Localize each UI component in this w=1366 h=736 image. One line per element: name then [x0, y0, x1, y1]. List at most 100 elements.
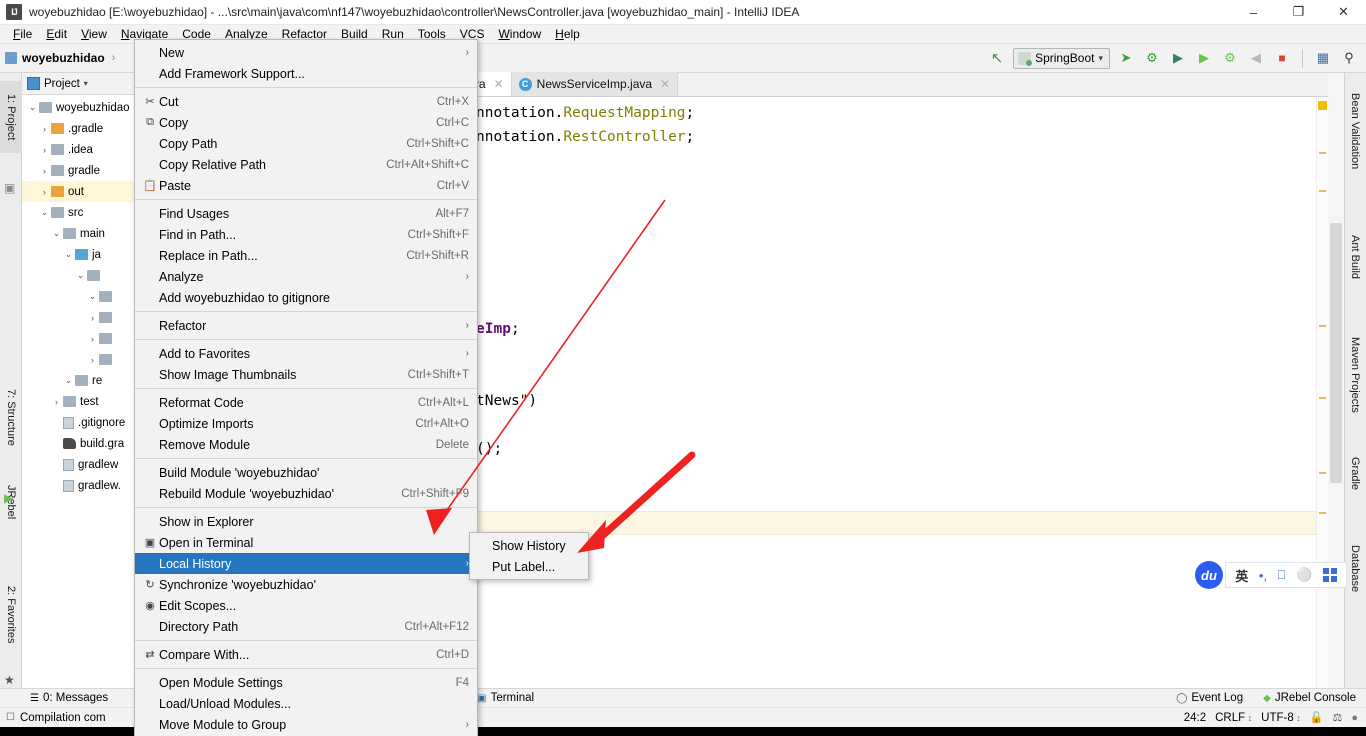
context-menu-item-copy-relative-path[interactable]: Copy Relative Path Ctrl+Alt+Shift+C — [135, 154, 477, 175]
tool-window-icon[interactable]: ▣ — [4, 181, 15, 195]
context-menu-item-reformat-code[interactable]: Reformat Code Ctrl+Alt+L — [135, 392, 477, 413]
tool-window-ant-build[interactable]: Ant Build — [1344, 221, 1366, 293]
tool-window-jrebel-console[interactable]: ◆ JRebel Console — [1253, 689, 1366, 708]
chevron-down-icon[interactable]: ⌄ — [62, 375, 75, 386]
chevron-right-icon[interactable]: › — [50, 397, 63, 407]
tool-window-structure[interactable]: 7: Structure — [0, 373, 22, 461]
context-menu-item-build-module-woyebuzhidao[interactable]: Build Module 'woyebuzhidao' — [135, 462, 477, 483]
back-arrow-icon[interactable]: ↖ — [987, 48, 1007, 68]
context-menu-item-synchronize-woyebuzhidao[interactable]: ↻ Synchronize 'woyebuzhidao' — [135, 574, 477, 595]
tool-window-database[interactable]: Database — [1344, 533, 1366, 605]
context-menu-item-remove-module[interactable]: Remove Module Delete — [135, 434, 477, 455]
chevron-down-icon[interactable]: ⌄ — [38, 207, 51, 218]
tool-window-messages[interactable]: ☰ 0: Messages — [0, 689, 118, 708]
submenu-item-show-history[interactable]: Show History — [470, 535, 588, 556]
tool-window-event-log[interactable]: ◯ Event Log — [1166, 689, 1253, 708]
context-menu-item-compare-with[interactable]: ⇄ Compare With... Ctrl+D — [135, 644, 477, 665]
memory-indicator-icon[interactable]: ● — [1351, 712, 1358, 724]
context-menu-item-open-module-settings[interactable]: Open Module Settings F4 — [135, 672, 477, 693]
tree-node[interactable]: gradlew. — [22, 475, 134, 496]
context-menu-item-rebuild-module-woyebuzhidao[interactable]: Rebuild Module 'woyebuzhidao' Ctrl+Shift+… — [135, 483, 477, 504]
ime-keyboard-icon[interactable]: ⎕ — [1278, 567, 1286, 583]
context-menu-item-find-in-path[interactable]: Find in Path... Ctrl+Shift+F — [135, 224, 477, 245]
baidu-ime-logo-icon[interactable]: du — [1195, 561, 1223, 589]
tool-window-icon[interactable]: ▶ — [4, 491, 13, 505]
editor-marker-bar[interactable] — [1316, 97, 1328, 688]
tree-node[interactable]: › gradle — [22, 160, 134, 181]
scrollbar-thumb[interactable] — [1330, 223, 1342, 483]
chevron-right-icon[interactable]: › — [86, 334, 99, 344]
tree-node[interactable]: › .idea — [22, 139, 134, 160]
tool-window-maven-projects[interactable]: Maven Projects — [1344, 323, 1366, 427]
read-only-lock-icon[interactable]: 🔓 — [1310, 711, 1324, 724]
tree-node[interactable]: ⌄ re — [22, 370, 134, 391]
context-menu-item-open-in-terminal[interactable]: ▣ Open in Terminal — [135, 532, 477, 553]
tree-node[interactable]: › — [22, 328, 134, 349]
context-menu-item-load-unload-modules[interactable]: Load/Unload Modules... — [135, 693, 477, 714]
debug-icon[interactable]: ⚙ — [1142, 48, 1162, 68]
chevron-down-icon[interactable]: ⌄ — [74, 270, 87, 281]
tool-window-gradle[interactable]: Gradle — [1344, 445, 1366, 503]
menu-item-view[interactable]: View — [74, 26, 114, 42]
run-configuration-selector[interactable]: SpringBoot ▾ — [1013, 47, 1110, 69]
submenu-item-put-label[interactable]: Put Label... — [470, 556, 588, 577]
menu-item-file[interactable]: File — [6, 26, 39, 42]
minimize-button[interactable]: – — [1231, 0, 1276, 25]
jrebel-run-icon[interactable]: ▶ — [1194, 48, 1214, 68]
context-menu-item-copy[interactable]: ⧉ Copy Ctrl+C — [135, 112, 477, 133]
context-menu-item-cut[interactable]: ✂ Cut Ctrl+X — [135, 91, 477, 112]
ime-user-icon[interactable]: ⚪ — [1296, 567, 1312, 583]
chevron-right-icon[interactable]: › — [86, 355, 99, 365]
menu-item-edit[interactable]: Edit — [39, 26, 74, 42]
context-menu-item-copy-path[interactable]: Copy Path Ctrl+Shift+C — [135, 133, 477, 154]
context-menu-item-new[interactable]: New › — [135, 42, 477, 63]
context-menu-item-show-image-thumbnails[interactable]: Show Image Thumbnails Ctrl+Shift+T — [135, 364, 477, 385]
tree-node[interactable]: ⌄ main — [22, 223, 134, 244]
run-with-coverage-icon[interactable]: ▶ — [1168, 48, 1188, 68]
jrebel-disabled-icon[interactable]: ◀ — [1246, 48, 1266, 68]
ime-punctuation-mode-icon[interactable]: •, — [1259, 568, 1267, 583]
search-everywhere-icon[interactable]: ⚲ — [1339, 48, 1359, 68]
tree-node[interactable]: build.gra — [22, 433, 134, 454]
context-menu-item-local-history[interactable]: Local History › — [135, 553, 477, 574]
grid-icon[interactable] — [1322, 568, 1337, 582]
tool-window-terminal[interactable]: ▣ Terminal — [467, 689, 544, 708]
tree-node[interactable]: › .gradle — [22, 118, 134, 139]
inspection-status-icon[interactable] — [1318, 101, 1327, 110]
chevron-down-icon[interactable]: ⌄ — [26, 102, 39, 113]
tool-window-bean-validation[interactable]: Bean Validation — [1344, 81, 1366, 181]
tree-node[interactable]: ⌄ src — [22, 202, 134, 223]
chevron-down-icon[interactable]: ▾ — [84, 79, 88, 88]
chevron-down-icon[interactable]: ⌄ — [62, 249, 75, 260]
context-menu-item-refactor[interactable]: Refactor › — [135, 315, 477, 336]
ime-language-mode[interactable]: 英 — [1235, 566, 1248, 585]
tree-node[interactable]: gradlew — [22, 454, 134, 475]
project-structure-icon[interactable]: ▦ — [1313, 48, 1333, 68]
context-menu-item-add-framework-support[interactable]: Add Framework Support... — [135, 63, 477, 84]
tree-node[interactable]: › — [22, 307, 134, 328]
maximize-button[interactable]: ❐ — [1276, 0, 1321, 25]
context-menu-item-edit-scopes[interactable]: ◉ Edit Scopes... — [135, 595, 477, 616]
chevron-right-icon[interactable]: › — [38, 145, 51, 155]
context-menu-item-optimize-imports[interactable]: Optimize Imports Ctrl+Alt+O — [135, 413, 477, 434]
chevron-right-icon[interactable]: › — [86, 313, 99, 323]
tool-window-project[interactable]: 1: Project — [0, 81, 22, 153]
close-tab-icon[interactable]: ✕ — [660, 77, 670, 91]
context-menu-item-show-in-explorer[interactable]: Show in Explorer — [135, 511, 477, 532]
stop-icon[interactable]: ■ — [1272, 48, 1292, 68]
chevron-right-icon[interactable]: › — [38, 187, 51, 197]
chevron-down-icon[interactable]: ⌄ — [50, 228, 63, 239]
menu-item-window[interactable]: Window — [491, 26, 548, 42]
jrebel-debug-icon[interactable]: ⚙ — [1220, 48, 1240, 68]
context-menu-item-find-usages[interactable]: Find Usages Alt+F7 — [135, 203, 477, 224]
menu-item-help[interactable]: Help — [548, 26, 587, 42]
tree-node[interactable]: › test — [22, 391, 134, 412]
context-menu-item-add-to-favorites[interactable]: Add to Favorites › — [135, 343, 477, 364]
tree-node[interactable]: › — [22, 349, 134, 370]
breadcrumb-module[interactable]: woyebuzhidao — [22, 51, 105, 65]
editor-scrollbar[interactable] — [1328, 73, 1344, 688]
close-button[interactable]: ✕ — [1321, 0, 1366, 25]
tree-node[interactable]: ⌄ — [22, 265, 134, 286]
tree-node[interactable]: ⌄ — [22, 286, 134, 307]
tree-node[interactable]: .gitignore — [22, 412, 134, 433]
